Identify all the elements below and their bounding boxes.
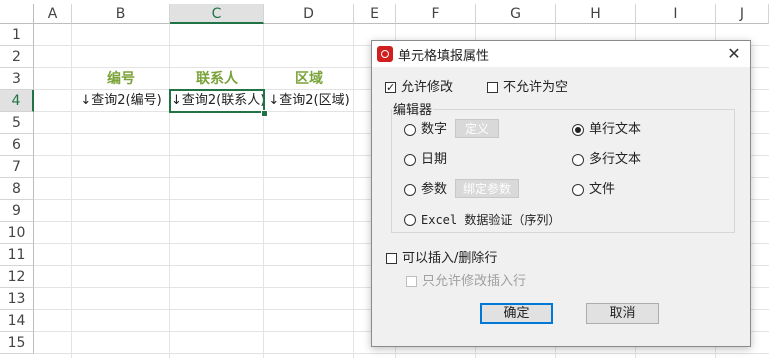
allow-edit-label: 允许修改: [401, 80, 454, 95]
cell-c3[interactable]: 联系人: [170, 68, 264, 90]
insert-only-label: 只允许修改插入行: [422, 274, 527, 289]
column-header-g[interactable]: G: [476, 4, 556, 24]
app-icon: [377, 46, 393, 62]
row-header-10[interactable]: 10: [0, 222, 34, 244]
radio-date-label: 日期: [421, 152, 448, 167]
column-header-a[interactable]: A: [34, 4, 72, 24]
editor-group-title: 编辑器: [392, 99, 434, 118]
row-header-12[interactable]: 12: [0, 266, 34, 288]
row-header-14[interactable]: 14: [0, 310, 34, 332]
checkbox-unchecked-icon: [386, 253, 397, 264]
cell-b4[interactable]: ↓查询2(编号): [72, 90, 170, 112]
cancel-button[interactable]: 取消: [586, 303, 659, 324]
row-header-9[interactable]: 9: [0, 200, 34, 222]
radio-param-label: 参数: [421, 182, 448, 197]
bind-param-button[interactable]: 绑定参数: [455, 179, 519, 198]
dialog-titlebar[interactable]: 单元格填报属性 ✕: [372, 41, 750, 67]
not-empty-label: 不允许为空: [503, 80, 569, 95]
checkbox-checked-icon: [385, 79, 396, 97]
row-header-3[interactable]: 3: [0, 68, 34, 90]
radio-checked-icon: [572, 124, 584, 136]
cell-d3[interactable]: 区域: [264, 68, 354, 90]
radio-unchecked-icon: [572, 184, 584, 196]
radio-single-text-label: 单行文本: [589, 122, 642, 137]
insert-delete-rows-label: 可以插入/删除行: [402, 251, 498, 266]
radio-unchecked-icon: [404, 124, 416, 136]
radio-unchecked-icon: [404, 214, 416, 226]
row-header-15[interactable]: 15: [0, 332, 34, 354]
row-header-8[interactable]: 8: [0, 178, 34, 200]
cell-b3[interactable]: 编号: [72, 68, 170, 90]
radio-unchecked-icon: [572, 154, 584, 166]
cell-fill-properties-dialog: 单元格填报属性 ✕ 允许修改 不允许为空 编辑器 数字 定义 日期 参数 绑定参…: [371, 40, 751, 347]
row-header-7[interactable]: 7: [0, 156, 34, 178]
row-header-1[interactable]: 1: [0, 24, 34, 46]
radio-unchecked-icon: [404, 154, 416, 166]
row-header-13[interactable]: 13: [0, 288, 34, 310]
select-all-corner[interactable]: [0, 4, 34, 24]
define-button[interactable]: 定义: [455, 119, 499, 138]
column-header-c[interactable]: C: [170, 4, 264, 24]
row-header-4[interactable]: 4: [0, 90, 34, 112]
column-header-j[interactable]: J: [716, 4, 769, 24]
column-header-b[interactable]: B: [72, 4, 170, 24]
column-header-i[interactable]: I: [636, 4, 716, 24]
dialog-title: 单元格填报属性: [398, 49, 490, 64]
column-header-d[interactable]: D: [264, 4, 354, 24]
column-header-h[interactable]: H: [556, 4, 636, 24]
cell-d4[interactable]: ↓查询2(区域): [264, 90, 354, 112]
ok-button[interactable]: 确定: [480, 303, 553, 324]
radio-multi-text-label: 多行文本: [589, 152, 642, 167]
radio-file-label: 文件: [589, 182, 616, 197]
cell-c4[interactable]: ↓查询2(联系人): [169, 89, 265, 113]
checkbox-unchecked-icon: [487, 82, 498, 93]
row-header-5[interactable]: 5: [0, 112, 34, 134]
checkbox-disabled-icon: [406, 276, 417, 287]
row-header-6[interactable]: 6: [0, 134, 34, 156]
column-header-e[interactable]: E: [354, 4, 396, 24]
grid-line: [34, 353, 769, 354]
radio-unchecked-icon: [404, 184, 416, 196]
radio-number-label: 数字: [421, 122, 448, 137]
close-icon[interactable]: ✕: [722, 43, 746, 65]
radio-excel-label: Excel 数据验证（序列）: [421, 213, 561, 227]
column-header-f[interactable]: F: [396, 4, 476, 24]
row-header-11[interactable]: 11: [0, 244, 34, 266]
row-header-2[interactable]: 2: [0, 46, 34, 68]
